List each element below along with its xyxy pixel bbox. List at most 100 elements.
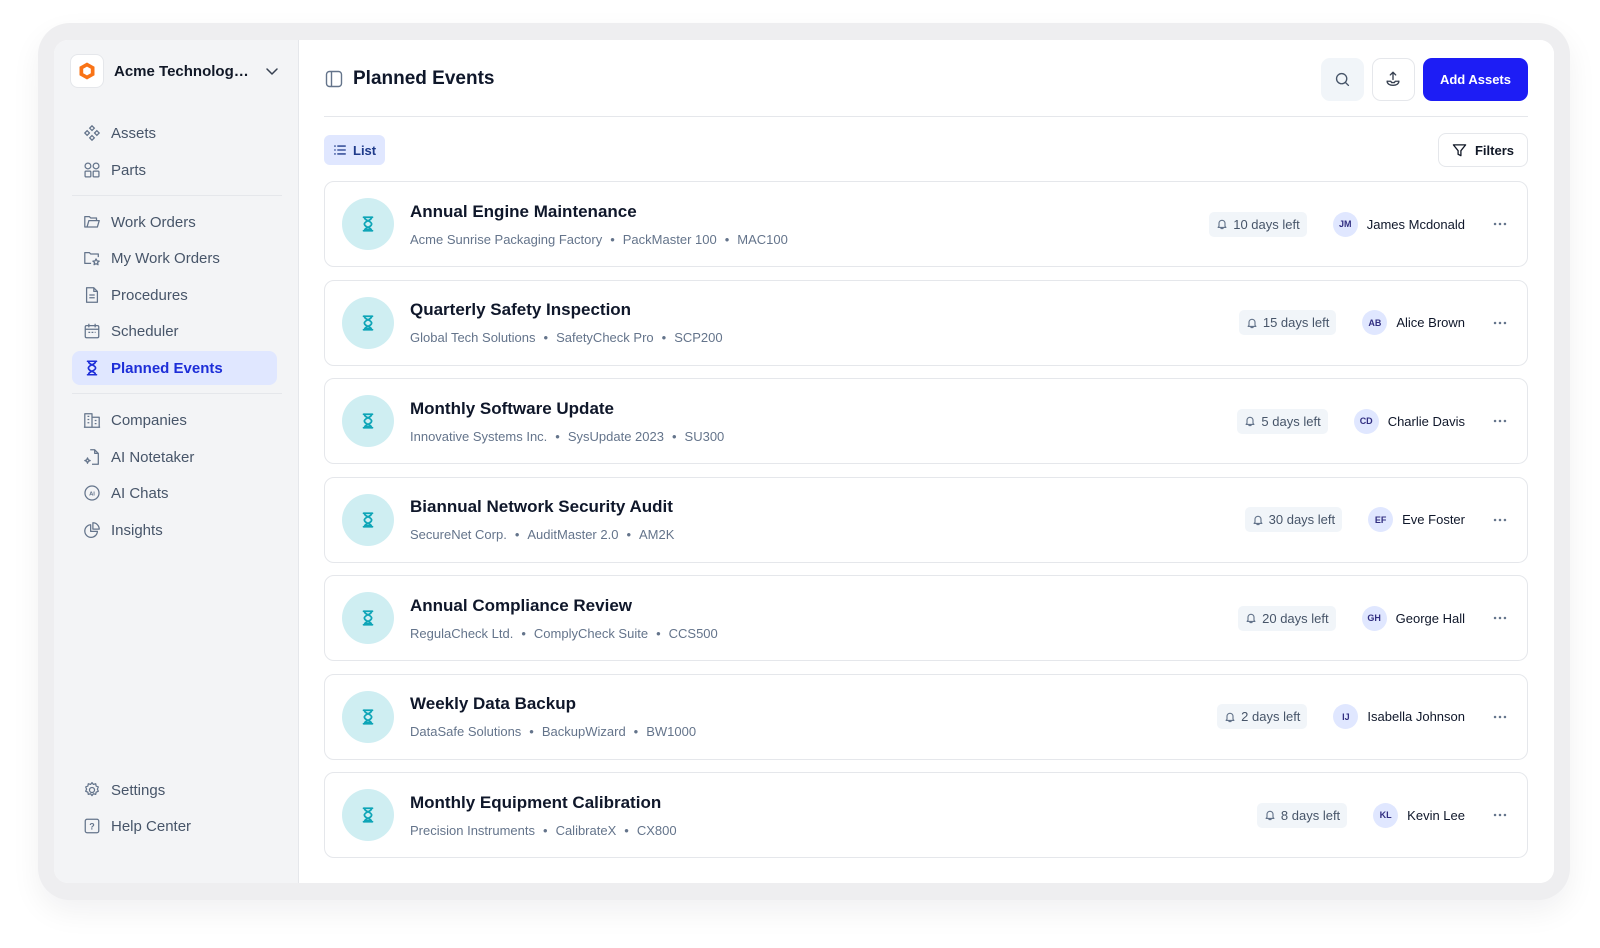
- nav-label: AI Notetaker: [111, 448, 195, 466]
- separator-dot: •: [626, 527, 631, 542]
- more-options-icon[interactable]: [1490, 608, 1510, 628]
- nav-item-ai-chats[interactable]: AI AI Chats: [72, 476, 277, 510]
- event-title: Quarterly Safety Inspection: [410, 300, 632, 319]
- nav-label: Help Center: [111, 817, 192, 835]
- more-options-icon[interactable]: [1490, 313, 1510, 333]
- hourglass-icon: [342, 690, 394, 743]
- event-text: Weekly Data Backup DataSafe Solutions • Bac…: [410, 694, 696, 739]
- nav-item-my-work-orders[interactable]: My Work Orders: [72, 241, 277, 275]
- event-card[interactable]: Annual Engine Maintenance Acme Sunrise Pa…: [324, 181, 1528, 267]
- app-frame: Acme Technologies Assets Parts Work Orde…: [38, 23, 1570, 900]
- add-assets-button[interactable]: Add Assets: [1422, 57, 1528, 101]
- nav-item-procedures[interactable]: Procedures: [72, 278, 277, 312]
- nav-label: AI Chats: [111, 484, 169, 502]
- nav-item-settings[interactable]: Settings: [72, 773, 277, 807]
- filter-icon: [1452, 143, 1467, 158]
- sidebar-toggle-icon[interactable]: [324, 69, 344, 89]
- event-company: Acme Sunrise Packaging Factory: [410, 231, 603, 247]
- ai-chat-icon: AI: [82, 483, 102, 503]
- event-card-right: 30 days left EF Eve Foster: [1244, 507, 1510, 532]
- hourglass-icon: [342, 296, 394, 349]
- more-options-icon[interactable]: [1490, 214, 1510, 234]
- assignee[interactable]: AB Alice Brown: [1362, 310, 1465, 335]
- event-card[interactable]: Quarterly Safety Inspection Global Tech S…: [324, 279, 1528, 366]
- nav-item-scheduler[interactable]: Scheduler: [72, 314, 277, 348]
- event-card-right: 5 days left CD Charlie Davis: [1237, 408, 1510, 434]
- event-product: CalibrateX: [555, 822, 617, 838]
- more-options-icon[interactable]: [1490, 707, 1510, 727]
- search-button[interactable]: [1320, 57, 1364, 101]
- assignee[interactable]: CD Charlie Davis: [1353, 408, 1465, 434]
- due-label: 5 days left: [1261, 413, 1321, 429]
- folder-star-icon: [82, 248, 102, 268]
- event-title: Annual Engine Maintenance: [410, 201, 637, 221]
- building-icon: [82, 410, 102, 430]
- hourglass-icon: [82, 358, 102, 378]
- due-label: 20 days left: [1262, 610, 1329, 626]
- assignee[interactable]: KL Kevin Lee: [1373, 802, 1465, 828]
- header-actions: Add Assets: [1320, 57, 1528, 101]
- event-meta: Acme Sunrise Packaging Factory • PackMaste…: [410, 232, 788, 247]
- event-card[interactable]: Monthly Equipment Calibration Precision I…: [324, 772, 1528, 858]
- upload-tray-icon: [1386, 71, 1400, 86]
- filters-button[interactable]: Filters: [1437, 133, 1528, 167]
- event-company: Innovative Systems Inc.: [410, 428, 548, 444]
- event-card[interactable]: Weekly Data Backup DataSafe Solutions • Bac…: [324, 673, 1528, 760]
- separator-dot: •: [521, 625, 526, 641]
- event-code: MAC100: [737, 231, 788, 247]
- event-list: Annual Engine Maintenance Acme Sunrise Pa…: [324, 181, 1528, 871]
- nav-item-work-orders[interactable]: Work Orders: [72, 205, 277, 239]
- nav-item-companies[interactable]: Companies: [72, 403, 277, 437]
- assignee-name: George Hall: [1395, 610, 1465, 626]
- separator-dot: •: [543, 330, 549, 345]
- assignee[interactable]: IJ Isabella Johnson: [1333, 704, 1465, 729]
- avatar: KL: [1373, 802, 1399, 828]
- nav-item-ai-notetaker[interactable]: AI Notetaker: [72, 440, 277, 474]
- due-badge: 2 days left: [1217, 704, 1308, 729]
- ai-notetaker-icon: [82, 447, 102, 467]
- more-options-icon[interactable]: [1490, 510, 1510, 530]
- avatar: AB: [1362, 310, 1388, 335]
- due-label: 30 days left: [1268, 512, 1336, 527]
- separator-dot: •: [529, 724, 534, 739]
- nav-label: My Work Orders: [111, 249, 220, 267]
- assignee[interactable]: EF Eve Foster: [1368, 507, 1465, 532]
- svg-text:AI: AI: [89, 491, 95, 497]
- nav-item-insights[interactable]: Insights: [72, 513, 277, 547]
- separator-dot: •: [543, 822, 548, 838]
- event-card-right: 8 days left KL Kevin Lee: [1256, 802, 1510, 828]
- event-card-right: 20 days left GH George Hall: [1238, 605, 1510, 631]
- nav-label: Procedures: [111, 286, 188, 304]
- assignee[interactable]: JM James Mcdonald: [1332, 211, 1465, 237]
- nav-item-parts[interactable]: Parts: [72, 153, 277, 187]
- avatar: CD: [1353, 408, 1379, 434]
- org-switcher[interactable]: Acme Technologies: [70, 54, 280, 88]
- nav-item-assets[interactable]: Assets: [72, 116, 277, 150]
- search-icon: [1335, 72, 1350, 86]
- more-options-icon[interactable]: [1490, 805, 1510, 825]
- event-code: AM2K: [639, 527, 675, 542]
- event-card-right: 15 days left AB Alice Brown: [1238, 310, 1510, 335]
- assignee-name: Eve Foster: [1402, 512, 1465, 527]
- event-card[interactable]: Biannual Network Security Audit SecureNet…: [324, 476, 1528, 563]
- bell-icon: [1245, 612, 1257, 624]
- nav-label: Parts: [111, 161, 147, 179]
- event-company: Precision Instruments: [410, 822, 535, 838]
- list-toolbar: List Filters: [324, 133, 1528, 167]
- event-card[interactable]: Annual Compliance Review RegulaCheck Ltd.…: [324, 575, 1528, 661]
- more-options-icon[interactable]: [1490, 411, 1510, 431]
- assignee[interactable]: GH George Hall: [1361, 605, 1465, 631]
- event-card[interactable]: Monthly Software Update Innovative System…: [324, 378, 1528, 464]
- gear-icon: [82, 780, 102, 800]
- list-view-toggle[interactable]: List: [324, 135, 386, 165]
- event-text: Biannual Network Security Audit SecureNet…: [410, 497, 674, 542]
- nav-item-help-center[interactable]: ? Help Center: [72, 809, 277, 843]
- separator-dot: •: [661, 330, 667, 345]
- nav-divider: [72, 393, 282, 394]
- assignee-name: Kevin Lee: [1407, 807, 1465, 823]
- nav-item-planned-events[interactable]: Planned Events: [72, 351, 277, 385]
- avatar: JM: [1332, 211, 1358, 237]
- nav-label: Settings: [111, 781, 166, 799]
- import-button[interactable]: [1371, 57, 1415, 101]
- separator-dot: •: [624, 822, 629, 838]
